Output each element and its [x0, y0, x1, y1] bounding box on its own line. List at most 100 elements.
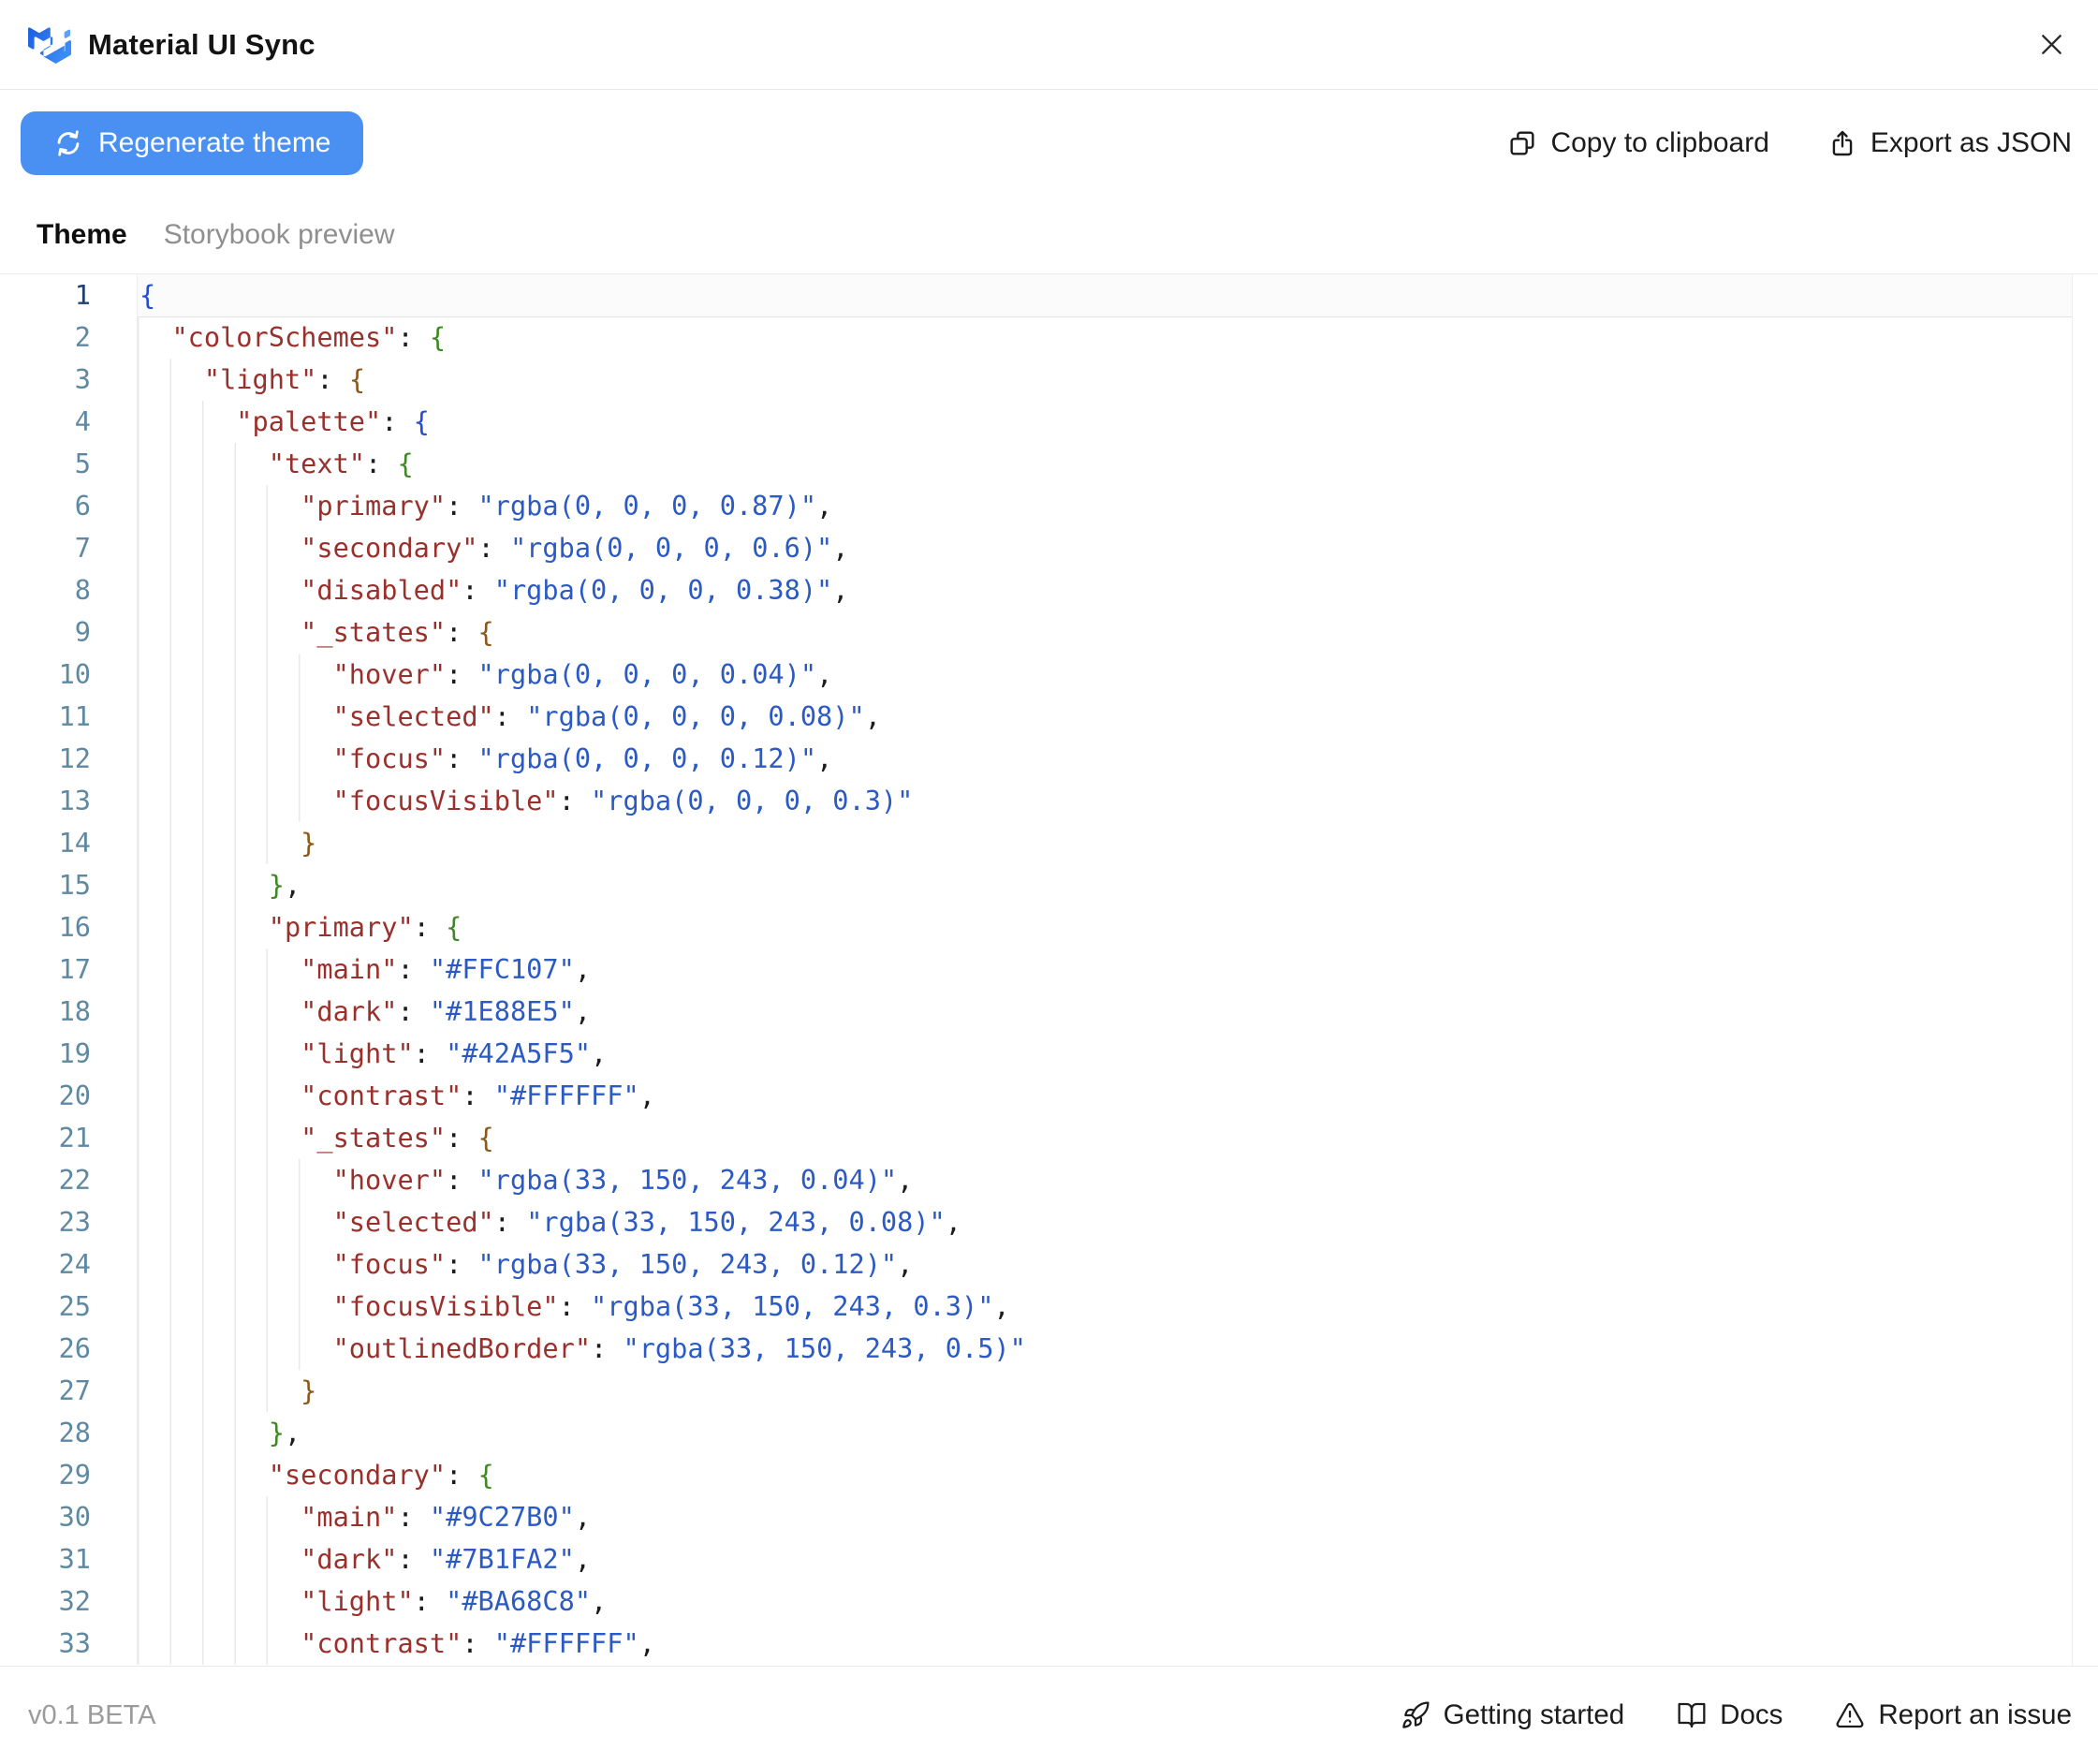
copy-to-clipboard-button[interactable]: Copy to clipboard: [1507, 127, 1768, 159]
line-number: 5: [0, 443, 138, 485]
code-line: 5 "text": {: [0, 443, 2098, 485]
tab-theme[interactable]: Theme: [37, 219, 127, 251]
code-line-content[interactable]: "_states": {: [138, 1117, 2072, 1159]
line-number: 19: [0, 1033, 138, 1075]
code-line: 17 "main": "#FFC107",: [0, 948, 2098, 991]
code-line-content[interactable]: "secondary": "rgba(0, 0, 0, 0.6)",: [138, 527, 2072, 569]
docs-link[interactable]: Docs: [1677, 1699, 1783, 1731]
line-number: 11: [0, 696, 138, 738]
code-line-content[interactable]: "light": "#BA68C8",: [138, 1580, 2072, 1623]
close-button[interactable]: [2031, 24, 2072, 66]
copy-to-clipboard-label: Copy to clipboard: [1550, 127, 1768, 159]
code-line-content[interactable]: "focusVisible": "rgba(0, 0, 0, 0.3)": [138, 780, 2072, 822]
code-line-content[interactable]: "hover": "rgba(33, 150, 243, 0.04)",: [138, 1159, 2072, 1201]
code-line: 7 "secondary": "rgba(0, 0, 0, 0.6)",: [0, 527, 2098, 569]
code-line-content[interactable]: "light": {: [138, 359, 2072, 401]
line-number: 12: [0, 738, 138, 780]
tab-storybook-preview[interactable]: Storybook preview: [164, 219, 395, 251]
code-line-content[interactable]: "main": "#9C27B0",: [138, 1496, 2072, 1538]
code-line: 24 "focus": "rgba(33, 150, 243, 0.12)",: [0, 1243, 2098, 1286]
getting-started-label: Getting started: [1444, 1699, 1625, 1731]
code-line-content[interactable]: "selected": "rgba(0, 0, 0, 0.08)",: [138, 696, 2072, 738]
sync-icon: [52, 127, 84, 159]
code-line: 15 },: [0, 864, 2098, 906]
code-line-content[interactable]: "selected": "rgba(33, 150, 243, 0.08)",: [138, 1201, 2072, 1243]
line-number: 15: [0, 864, 138, 906]
code-line-content[interactable]: "contrast": "#FFFFFF",: [138, 1623, 2072, 1665]
code-line-content[interactable]: "dark": "#7B1FA2",: [138, 1538, 2072, 1580]
footer-links: Getting started Docs Report an issue: [1401, 1699, 2072, 1731]
rocket-icon: [1401, 1700, 1430, 1730]
code-line: 28 },: [0, 1412, 2098, 1454]
line-number: 4: [0, 401, 138, 443]
code-line-content[interactable]: "light": "#42A5F5",: [138, 1033, 2072, 1075]
code-line-content[interactable]: "disabled": "rgba(0, 0, 0, 0.38)",: [138, 569, 2072, 611]
code-line: 26 "outlinedBorder": "rgba(33, 150, 243,…: [0, 1328, 2098, 1370]
code-line-content[interactable]: "main": "#FFC107",: [138, 948, 2072, 991]
line-number: 17: [0, 948, 138, 991]
code-editor[interactable]: 1{2 "colorSchemes": {3 "light": {4 "pale…: [0, 274, 2098, 1666]
line-number: 33: [0, 1623, 138, 1665]
regenerate-theme-button[interactable]: Regenerate theme: [21, 111, 363, 175]
code-line-content[interactable]: "primary": {: [138, 906, 2072, 948]
code-line: 23 "selected": "rgba(33, 150, 243, 0.08)…: [0, 1201, 2098, 1243]
code-line: 25 "focusVisible": "rgba(33, 150, 243, 0…: [0, 1286, 2098, 1328]
line-number: 9: [0, 611, 138, 654]
code-line-content[interactable]: },: [138, 1412, 2072, 1454]
code-line-content[interactable]: "palette": {: [138, 401, 2072, 443]
footer: v0.1 BETA Getting started Docs: [0, 1666, 2098, 1764]
code-line-content[interactable]: "outlinedBorder": "rgba(33, 150, 243, 0.…: [138, 1328, 2072, 1370]
line-number: 2: [0, 316, 138, 359]
code-line-content[interactable]: "focus": "rgba(0, 0, 0, 0.12)",: [138, 738, 2072, 780]
code-line-content[interactable]: "text": {: [138, 443, 2072, 485]
code-line: 16 "primary": {: [0, 906, 2098, 948]
tab-bar: Theme Storybook preview: [0, 197, 2098, 274]
line-number: 27: [0, 1370, 138, 1412]
code-line: 20 "contrast": "#FFFFFF",: [0, 1075, 2098, 1117]
code-line: 9 "_states": {: [0, 611, 2098, 654]
code-line: 10 "hover": "rgba(0, 0, 0, 0.04)",: [0, 654, 2098, 696]
code-line-content[interactable]: "primary": "rgba(0, 0, 0, 0.87)",: [138, 485, 2072, 527]
code-line: 1{: [0, 274, 2098, 316]
header: Material UI Sync: [0, 0, 2098, 90]
code-line: 31 "dark": "#7B1FA2",: [0, 1538, 2098, 1580]
line-number: 29: [0, 1454, 138, 1496]
code-line-content[interactable]: "hover": "rgba(0, 0, 0, 0.04)",: [138, 654, 2072, 696]
code-line: 22 "hover": "rgba(33, 150, 243, 0.04)",: [0, 1159, 2098, 1201]
code-line: 21 "_states": {: [0, 1117, 2098, 1159]
mui-logo-icon: [28, 25, 71, 64]
code-line: 11 "selected": "rgba(0, 0, 0, 0.08)",: [0, 696, 2098, 738]
line-number: 23: [0, 1201, 138, 1243]
line-number: 8: [0, 569, 138, 611]
code-line: 6 "primary": "rgba(0, 0, 0, 0.87)",: [0, 485, 2098, 527]
export-as-json-button[interactable]: Export as JSON: [1827, 127, 2072, 159]
line-number: 31: [0, 1538, 138, 1580]
code-line-content[interactable]: },: [138, 864, 2072, 906]
code-line-content[interactable]: "dark": "#1E88E5",: [138, 991, 2072, 1033]
code-line: 30 "main": "#9C27B0",: [0, 1496, 2098, 1538]
code-line-content[interactable]: "colorSchemes": {: [138, 316, 2072, 359]
code-line-content[interactable]: "secondary": {: [138, 1454, 2072, 1496]
code-line-content[interactable]: {: [138, 274, 2072, 316]
docs-label: Docs: [1720, 1699, 1783, 1731]
code-line: 19 "light": "#42A5F5",: [0, 1033, 2098, 1075]
getting-started-link[interactable]: Getting started: [1401, 1699, 1625, 1731]
code-line-content[interactable]: "focus": "rgba(33, 150, 243, 0.12)",: [138, 1243, 2072, 1286]
code-line-content[interactable]: "_states": {: [138, 611, 2072, 654]
report-an-issue-link[interactable]: Report an issue: [1835, 1699, 2072, 1731]
line-number: 10: [0, 654, 138, 696]
code-line-content[interactable]: "contrast": "#FFFFFF",: [138, 1075, 2072, 1117]
line-number: 26: [0, 1328, 138, 1370]
line-number: 13: [0, 780, 138, 822]
line-number: 3: [0, 359, 138, 401]
code-line: 12 "focus": "rgba(0, 0, 0, 0.12)",: [0, 738, 2098, 780]
code-line-content[interactable]: "focusVisible": "rgba(33, 150, 243, 0.3)…: [138, 1286, 2072, 1328]
toolbar: Regenerate theme Copy to clipboard Expor…: [0, 90, 2098, 197]
line-number: 7: [0, 527, 138, 569]
code-line: 27 }: [0, 1370, 2098, 1412]
code-line-content[interactable]: }: [138, 1370, 2072, 1412]
line-number: 25: [0, 1286, 138, 1328]
code-line-content[interactable]: }: [138, 822, 2072, 864]
close-icon: [2036, 29, 2067, 60]
code-line: 14 }: [0, 822, 2098, 864]
